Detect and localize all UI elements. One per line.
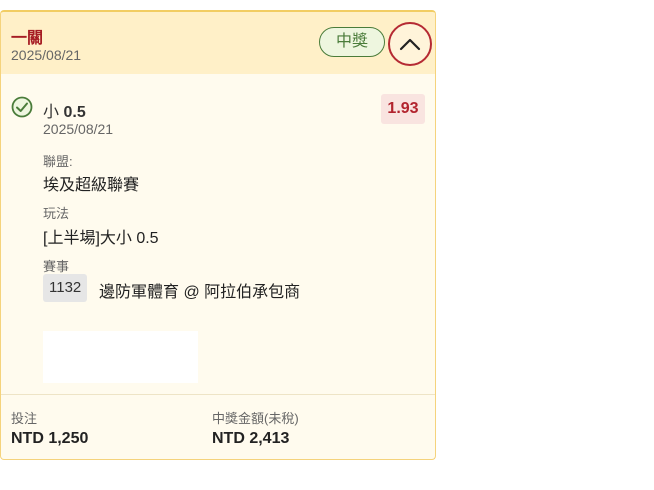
league-value: 埃及超級聯賽: [43, 177, 140, 194]
bet-card-header[interactable]: 一關 2025/08/21 中獎: [1, 12, 435, 74]
market-value: [上半場]大小 0.5: [43, 230, 159, 247]
payout-label: 中獎金額(未稅): [212, 411, 299, 426]
divider: [1, 394, 435, 395]
check-circle-icon: [11, 96, 33, 118]
collapse-button[interactable]: [388, 22, 432, 66]
parlay-type-title: 一關: [11, 30, 44, 47]
match-id-badge: 1132: [43, 274, 88, 302]
stake-label: 投注: [11, 411, 38, 426]
stake-value: NTD 1,250: [11, 430, 89, 447]
odds-badge: 1.93: [381, 94, 425, 124]
chevron-up-icon: [399, 38, 421, 51]
selection-date: 2025/08/21: [43, 121, 114, 137]
blank-area: [43, 331, 198, 383]
selection-name: 小 0.5: [43, 98, 86, 122]
match-name: 邊防軍體育 @ 阿拉伯承包商: [99, 284, 301, 301]
market-label: 玩法: [43, 206, 70, 221]
win-status-badge: 中獎: [319, 27, 385, 57]
league-label: 聯盟:: [43, 154, 73, 169]
selection-prefix: 小: [43, 104, 60, 121]
payout-value: NTD 2,413: [212, 430, 290, 447]
match-label: 賽事: [43, 259, 70, 274]
selection-line-value: 0.5: [63, 104, 86, 121]
bet-date: 2025/08/21: [11, 47, 82, 63]
bet-card: 一關 2025/08/21 中獎 小 0.5 1.93 2025/08/21 聯…: [0, 10, 436, 460]
